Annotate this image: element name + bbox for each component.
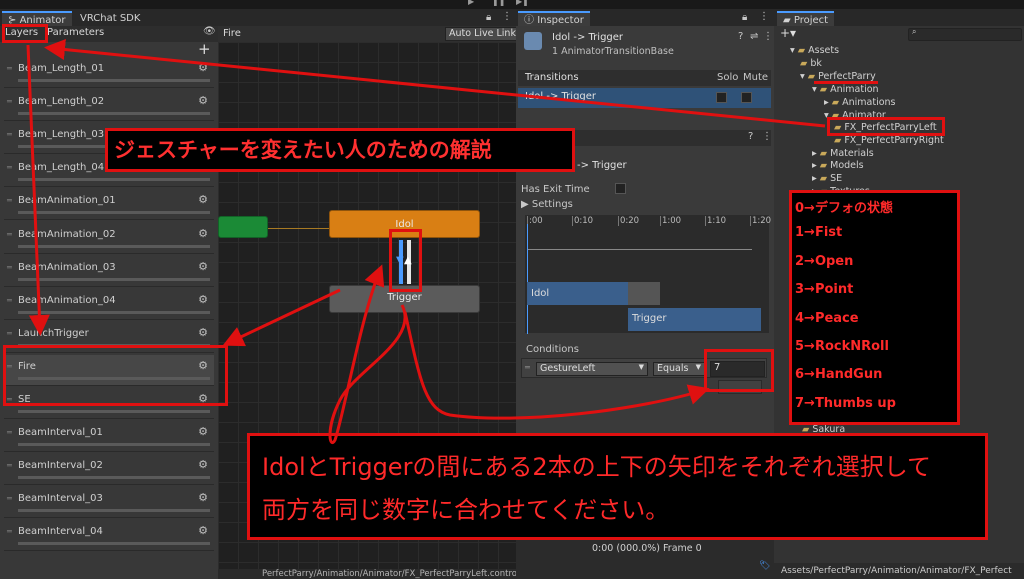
arrow-to-fire: [222, 288, 341, 347]
annotation-arrows: [26, 39, 826, 444]
arrow-to-layers-tab: [44, 39, 826, 128]
arrow-to-transition: [328, 264, 407, 444]
arrow-to-value: [403, 311, 710, 420]
arrow-layers-to-launch: [26, 44, 50, 336]
